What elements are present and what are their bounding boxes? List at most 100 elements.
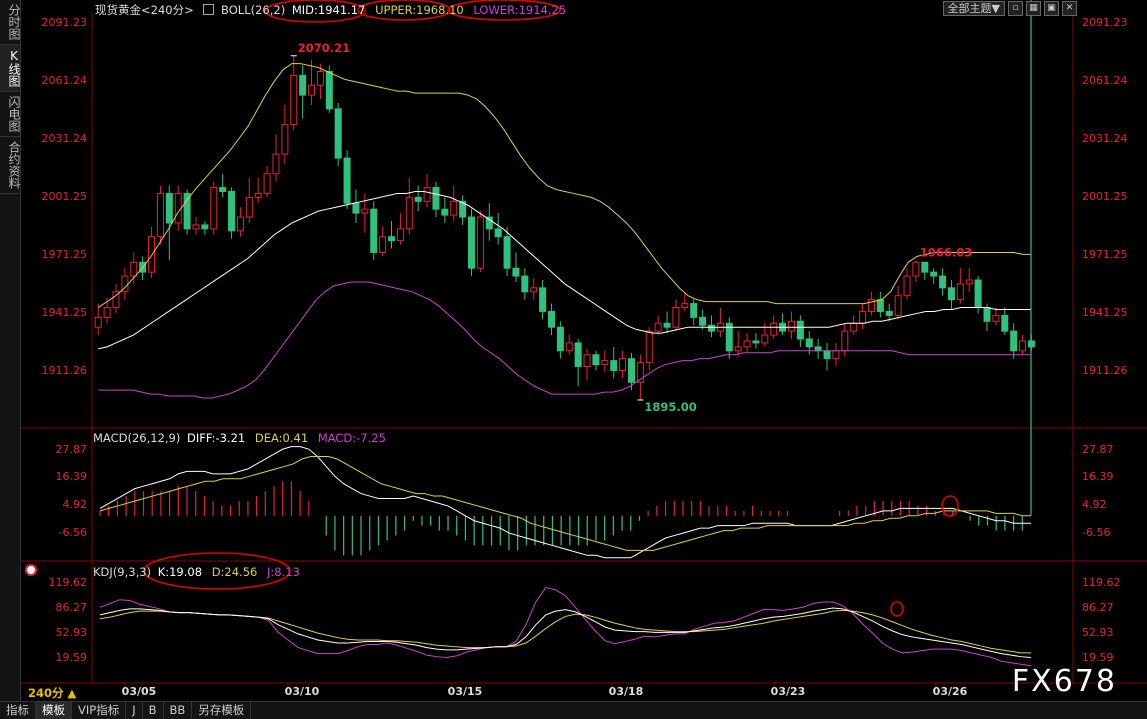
candle-body — [814, 346, 822, 352]
candle-body — [939, 275, 947, 289]
candle-body — [752, 340, 760, 344]
macd-axis-right-label: 4.92 — [1082, 498, 1107, 511]
candle-body — [272, 153, 280, 175]
candle-body — [299, 74, 307, 96]
boll-upper: UPPER:1968.10 — [375, 3, 464, 17]
candle-body — [894, 295, 902, 316]
date-axis-label: 03/26 — [933, 685, 968, 698]
candle-body — [201, 224, 209, 230]
macd-cross-circle — [941, 495, 959, 517]
side-tab-1[interactable]: K线图 — [0, 45, 21, 92]
kdj-d: D:24.56 — [211, 565, 258, 579]
kdj-axis-left-label: 119.62 — [49, 576, 88, 589]
macd-axis-left-label: 16.39 — [56, 470, 88, 483]
macd-axis-right-label: 27.87 — [1082, 443, 1114, 456]
chart-canvas[interactable]: 2091.23 2091.23 2061.24 2061.24 2031.24 2031.… — [0, 0, 1147, 718]
kdj-settings-icon[interactable] — [25, 564, 37, 576]
boll-upper-line — [97, 63, 1032, 308]
side-tab-3[interactable]: 合约资料 — [0, 137, 21, 194]
candle-body — [983, 307, 991, 322]
candle-body — [850, 322, 858, 332]
restore-icon[interactable]: ▣ — [1044, 1, 1059, 16]
candle-body — [254, 192, 262, 198]
candle-body — [565, 342, 573, 352]
candle-body — [796, 320, 804, 340]
boll-mid: MID:1941.17 — [291, 3, 366, 17]
candle-body — [414, 196, 422, 202]
bottom-tab-bar: 指标 模板 VIP指标 J B BB 另存模板 — [0, 701, 1147, 719]
kdj-k-line — [99, 607, 1032, 658]
candle-body — [521, 275, 529, 293]
boll-header: 现货黄金<240分> BOLL(26,2) MID:1941.17 UPPER:… — [95, 2, 566, 18]
candle-body — [316, 70, 324, 86]
kdj-cross-circle — [890, 601, 904, 617]
date-axis-label: 03/18 — [609, 685, 644, 698]
candle-body — [592, 354, 600, 366]
candle-body — [707, 324, 715, 332]
candle-body — [876, 299, 884, 312]
period-label[interactable]: 240分 ▲ — [28, 685, 76, 701]
candle-body — [245, 196, 253, 218]
kdj-d-line — [99, 609, 1031, 654]
candle-body — [787, 320, 795, 332]
candle-body — [681, 303, 689, 309]
grid-icon[interactable]: ▦ — [1026, 1, 1041, 16]
macd-value: MACD:-7.25 — [317, 431, 386, 445]
date-axis-label: 03/05 — [122, 685, 157, 698]
price-axis-left-label: 2061.24 — [42, 74, 88, 87]
candle-body — [388, 236, 396, 242]
candle-body — [1001, 314, 1009, 332]
candle-body — [956, 283, 964, 301]
bottom-tab-5[interactable]: BB — [164, 702, 193, 719]
price-axis-right-label: 2031.24 — [1082, 132, 1128, 145]
candle-body — [308, 84, 316, 96]
price-axis-right-label: 1911.26 — [1082, 364, 1128, 377]
bottom-tab-0[interactable]: 指标 — [0, 702, 36, 719]
macd-dea: DEA:0.41 — [254, 431, 309, 445]
bottom-tab-2[interactable]: VIP指标 — [72, 702, 127, 719]
candle-body — [734, 346, 742, 352]
macd-axis-left-label: 27.87 — [56, 443, 88, 456]
top-toolbar: 全部主题▼ ▫ ▦ ▣ ✕ — [942, 1, 1077, 16]
kdj-j-line — [99, 586, 1032, 667]
candle-body — [699, 316, 707, 326]
candle-body — [912, 261, 920, 277]
candle-body — [352, 202, 360, 214]
chart-title: 现货黄金<240分> — [95, 3, 194, 17]
candle-body — [432, 187, 440, 210]
bottom-tab-3[interactable]: J — [126, 702, 143, 719]
candle-body — [183, 192, 191, 230]
bottom-tab-6[interactable]: 另存模板 — [192, 702, 252, 719]
price-axis-left-label: 1911.26 — [42, 364, 88, 377]
candle-body — [654, 322, 662, 332]
candle-body — [1019, 340, 1027, 352]
candle-body — [165, 192, 173, 224]
kdj-label: KDJ(9,3,3) — [93, 565, 152, 579]
side-tab-0[interactable]: 分时图 — [0, 0, 21, 45]
price-axis-right-label: 1971.25 — [1082, 248, 1128, 261]
side-tab-2[interactable]: 闪电图 — [0, 92, 21, 137]
boll-label: BOLL(26,2) — [221, 3, 286, 17]
candle-body — [619, 358, 627, 371]
kdj-axis-left-label: 19.59 — [56, 651, 88, 664]
candle-body — [450, 200, 458, 216]
candle-body — [343, 157, 351, 204]
candle-body — [219, 187, 227, 192]
candle-body — [281, 124, 289, 155]
candle-body — [539, 287, 547, 312]
boll-icon[interactable] — [203, 4, 215, 15]
candle-body — [556, 326, 564, 352]
candle-body — [236, 216, 244, 232]
close-icon[interactable]: ✕ — [1062, 1, 1077, 16]
boll-mid-line — [98, 190, 1032, 350]
candle-body — [156, 192, 164, 238]
theme-select-button[interactable]: 全部主题▼ — [942, 1, 1005, 16]
candle-body — [770, 322, 778, 336]
bottom-tab-4[interactable]: B — [143, 702, 164, 719]
zoom-icon[interactable]: ▫ — [1008, 1, 1023, 16]
candle-body — [290, 74, 298, 126]
bottom-tab-1[interactable]: 模板 — [36, 702, 72, 719]
candle-body — [663, 322, 671, 328]
candle-body — [823, 350, 831, 360]
price-axis-right-label: 2001.25 — [1082, 190, 1128, 203]
